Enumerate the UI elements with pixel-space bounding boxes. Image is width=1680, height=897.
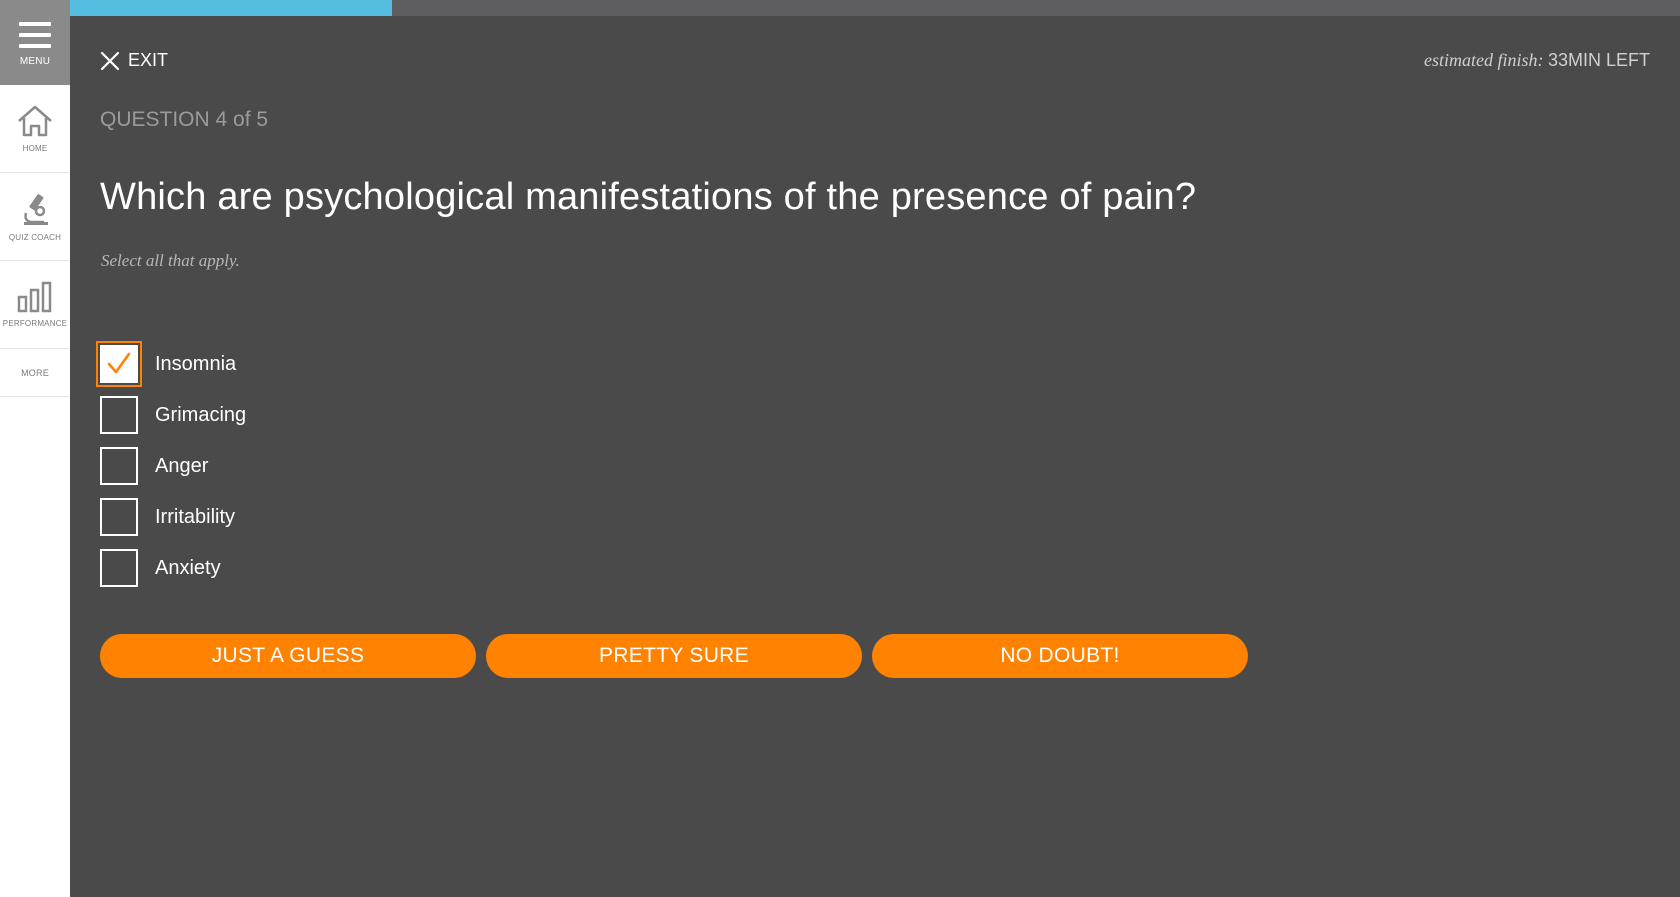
- close-icon: [100, 51, 120, 70]
- sidebar-item-home[interactable]: HOME: [0, 85, 70, 173]
- just-a-guess-button[interactable]: JUST A GUESS: [100, 634, 476, 678]
- estimated-finish-value: 33MIN LEFT: [1547, 50, 1650, 70]
- answer-option[interactable]: Anxiety: [100, 549, 221, 587]
- sidebar: MENU HOME QUIZ COACH PERFORMANCE MORE: [0, 0, 70, 897]
- sidebar-item-label: MORE: [21, 367, 49, 378]
- sidebar-item-more[interactable]: MORE: [0, 349, 70, 397]
- answer-label: Anger: [155, 454, 209, 477]
- answer-option[interactable]: Irritability: [100, 498, 235, 536]
- microscope-icon: [24, 194, 48, 225]
- question-number: QUESTION 4 of 5: [100, 108, 269, 131]
- exit-button[interactable]: EXIT: [100, 50, 168, 71]
- progress-bar: [70, 0, 1680, 16]
- no-doubt-button[interactable]: NO DOUBT!: [872, 634, 1248, 678]
- hamburger-icon: [19, 22, 51, 48]
- answer-checkbox[interactable]: [100, 396, 138, 434]
- home-icon: [18, 105, 52, 137]
- progress-fill: [70, 0, 392, 16]
- sidebar-item-label: QUIZ COACH: [8, 233, 62, 242]
- estimated-finish-label: estimated finish:: [1423, 50, 1544, 70]
- answer-label: Irritability: [155, 505, 236, 528]
- question-instruction: Select all that apply.: [101, 251, 240, 270]
- answer-checkbox[interactable]: [100, 447, 138, 485]
- sidebar-item-label: HOME: [22, 144, 48, 153]
- answer-label: Insomnia: [155, 352, 237, 375]
- checkmark-icon: [107, 352, 131, 374]
- question-text: Which are psychological manifestations o…: [100, 176, 1197, 218]
- pretty-sure-button[interactable]: PRETTY SURE: [486, 634, 862, 678]
- answer-label: Anxiety: [155, 556, 221, 579]
- answer-checkbox[interactable]: [100, 549, 138, 587]
- answer-label: Grimacing: [155, 403, 247, 426]
- answer-option[interactable]: Anger: [100, 447, 208, 485]
- sidebar-item-performance[interactable]: PERFORMANCE: [0, 261, 70, 349]
- sidebar-item-label: PERFORMANCE: [2, 319, 68, 328]
- answer-checkbox[interactable]: [100, 498, 138, 536]
- menu-label: MENU: [19, 56, 51, 67]
- sidebar-item-quiz-coach[interactable]: QUIZ COACH: [0, 173, 70, 261]
- exit-label: EXIT: [128, 50, 169, 70]
- answer-option[interactable]: Grimacing: [100, 396, 246, 434]
- answer-checkbox[interactable]: [96, 341, 142, 387]
- menu-button[interactable]: MENU: [0, 0, 70, 85]
- answer-option[interactable]: Insomnia: [96, 341, 237, 387]
- estimated-finish: estimated finish: 33MIN LEFT: [1424, 50, 1650, 71]
- bar-chart-icon: [17, 281, 52, 313]
